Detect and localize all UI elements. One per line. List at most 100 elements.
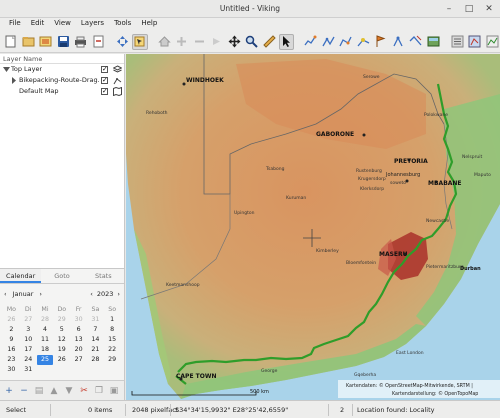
home-icon[interactable] xyxy=(156,34,171,50)
calendar-day[interactable]: 5 xyxy=(53,325,70,335)
georef-icon[interactable] xyxy=(467,34,482,50)
calendar-day[interactable]: 23 xyxy=(3,355,20,365)
ruler-icon[interactable] xyxy=(261,34,276,50)
new-file-icon[interactable] xyxy=(3,34,18,50)
create-waypoint-icon[interactable] xyxy=(373,34,388,50)
save-icon[interactable] xyxy=(55,34,70,50)
next-month-button[interactable]: › xyxy=(39,290,42,298)
calendar-day[interactable]: 4 xyxy=(37,325,54,335)
forward-icon[interactable] xyxy=(209,34,224,50)
calendar-day[interactable]: 6 xyxy=(70,325,87,335)
calendar-day[interactable]: 15 xyxy=(104,335,121,345)
maximize-button[interactable]: □ xyxy=(463,3,475,15)
show-picture-icon[interactable] xyxy=(425,34,440,50)
zoom-in-icon[interactable] xyxy=(174,34,189,50)
copy-icon[interactable]: ❐ xyxy=(92,384,106,398)
calendar-day[interactable]: 24 xyxy=(20,355,37,365)
calendar-day[interactable]: 1 xyxy=(104,315,121,325)
layer-row-map[interactable]: Default Map xyxy=(0,86,124,97)
calendar-day[interactable]: 21 xyxy=(87,345,104,355)
move-down-icon[interactable]: ▼ xyxy=(62,384,76,398)
calendar-day[interactable]: 20 xyxy=(70,345,87,355)
prev-year-button[interactable]: ‹ xyxy=(90,290,93,298)
open-image-icon[interactable] xyxy=(38,34,53,50)
menu-view[interactable]: View xyxy=(49,18,76,31)
calendar-day[interactable]: 8 xyxy=(104,325,121,335)
calendar-day[interactable]: 17 xyxy=(20,345,37,355)
dem-icon[interactable] xyxy=(485,34,500,50)
calendar-day[interactable]: 27 xyxy=(20,315,37,325)
edit-waypoint-icon[interactable] xyxy=(390,34,405,50)
calendar-day[interactable]: 9 xyxy=(3,335,20,345)
calendar-day[interactable]: 26 xyxy=(53,355,70,365)
collapse-arrow-icon[interactable] xyxy=(2,65,11,74)
zoom-out-icon[interactable] xyxy=(191,34,206,50)
calendar-day[interactable]: 14 xyxy=(87,335,104,345)
zoom-tool-icon[interactable] xyxy=(244,34,259,50)
menu-help[interactable]: Help xyxy=(136,18,162,31)
properties-icon[interactable]: ▤ xyxy=(32,384,46,398)
expand-arrow-icon[interactable] xyxy=(9,76,18,85)
select-mode-icon[interactable] xyxy=(132,33,148,50)
edit-trackpoint-icon[interactable] xyxy=(356,34,371,50)
calendar-day[interactable]: 11 xyxy=(37,335,54,345)
calendar-day[interactable]: 27 xyxy=(70,355,87,365)
calendar-day[interactable]: 7 xyxy=(87,325,104,335)
menu-layers[interactable]: Layers xyxy=(76,18,109,31)
next-year-button[interactable]: › xyxy=(117,290,120,298)
tab-goto[interactable]: Goto xyxy=(41,269,82,283)
calendar-day[interactable]: 30 xyxy=(70,315,87,325)
open-file-icon[interactable] xyxy=(20,34,35,50)
menu-edit[interactable]: Edit xyxy=(26,18,50,31)
minimize-button[interactable]: – xyxy=(443,3,455,15)
map-download-icon[interactable] xyxy=(450,34,465,50)
create-route-icon[interactable] xyxy=(321,34,336,50)
calendar-day[interactable]: 26 xyxy=(3,315,20,325)
create-track-icon[interactable] xyxy=(303,34,318,50)
pan-arrows-icon[interactable] xyxy=(115,34,130,50)
pointer-icon[interactable] xyxy=(278,33,295,50)
map-layer-icon xyxy=(113,87,122,96)
label-east-london: East London xyxy=(396,350,424,356)
print-icon[interactable] xyxy=(73,34,88,50)
cut-icon[interactable]: ✂ xyxy=(77,384,91,398)
layer-visibility-checkbox[interactable] xyxy=(101,64,108,75)
calendar-day[interactable]: 31 xyxy=(87,315,104,325)
layer-row-track[interactable]: Bikepacking-Route-Drag... xyxy=(0,75,124,86)
calendar-day[interactable]: 3 xyxy=(20,325,37,335)
calendar-day-selected[interactable]: 25 xyxy=(36,355,54,365)
close-button[interactable]: ✕ xyxy=(483,3,495,15)
remove-layer-icon[interactable]: − xyxy=(17,384,31,398)
calendar-day[interactable]: 22 xyxy=(104,345,121,355)
tab-stats[interactable]: Stats xyxy=(83,269,124,283)
calendar-day[interactable]: 28 xyxy=(87,355,104,365)
calendar-day[interactable]: 12 xyxy=(53,335,70,345)
map-canvas[interactable]: WINDHOEK Rehoboth Serowe GABORONE Polokw… xyxy=(126,54,500,400)
paste-icon[interactable]: ▣ xyxy=(107,384,121,398)
move-up-icon[interactable]: ▲ xyxy=(47,384,61,398)
menu-file[interactable]: File xyxy=(4,18,26,31)
layer-row-top[interactable]: Top Layer xyxy=(0,64,124,75)
layer-visibility-checkbox[interactable] xyxy=(101,75,108,86)
prev-month-button[interactable]: ‹ xyxy=(4,290,7,298)
exit-icon[interactable] xyxy=(90,34,105,50)
calendar-day[interactable]: 13 xyxy=(70,335,87,345)
calendar-day[interactable]: 19 xyxy=(53,345,70,355)
calendar-day[interactable]: 30 xyxy=(3,365,20,375)
calendar-day[interactable]: 29 xyxy=(53,315,70,325)
layer-visibility-checkbox[interactable] xyxy=(101,86,108,97)
calendar-day[interactable]: 2 xyxy=(3,325,20,335)
calendar-day[interactable]: 28 xyxy=(37,315,54,325)
calendar-day[interactable]: 29 xyxy=(104,355,121,365)
add-layer-icon[interactable]: + xyxy=(2,384,16,398)
splitter-icon[interactable] xyxy=(408,34,423,50)
move-tool-icon[interactable] xyxy=(226,34,241,50)
route-finder-icon[interactable] xyxy=(338,34,353,50)
tab-calendar[interactable]: Calendar xyxy=(0,269,42,283)
calendar-day[interactable]: 18 xyxy=(37,345,54,355)
menu-tools[interactable]: Tools xyxy=(109,18,136,31)
calendar-day[interactable]: 16 xyxy=(3,345,20,355)
calendar-day[interactable]: 31 xyxy=(20,365,37,375)
map-viewport[interactable]: WINDHOEK Rehoboth Serowe GABORONE Polokw… xyxy=(126,54,500,400)
calendar-day[interactable]: 10 xyxy=(20,335,37,345)
